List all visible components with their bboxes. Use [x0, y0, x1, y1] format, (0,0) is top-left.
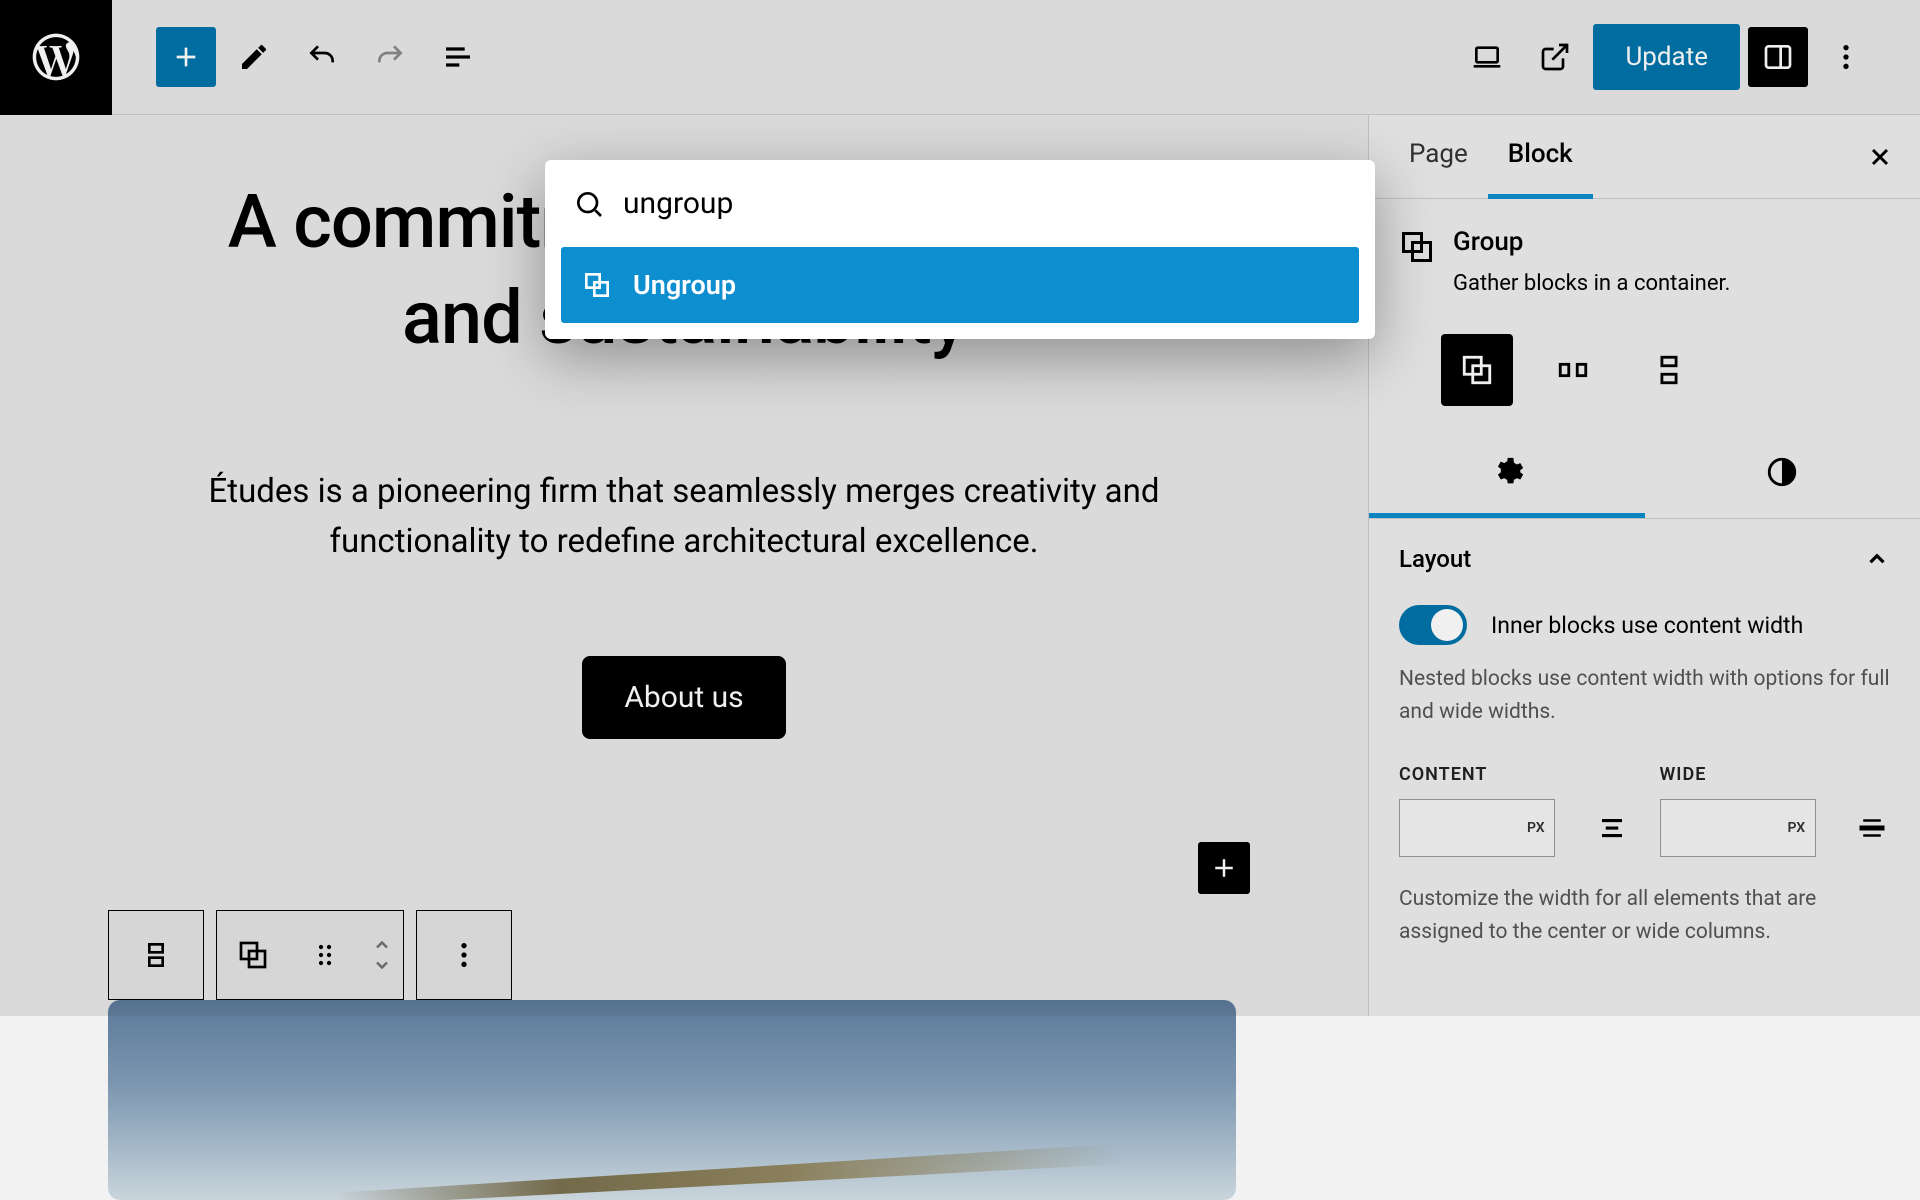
layout-panel-title: Layout: [1399, 545, 1471, 573]
chevron-down-icon: [372, 955, 392, 975]
settings-sidebar-toggle[interactable]: [1748, 27, 1808, 87]
palette-search-row: [545, 160, 1375, 247]
block-description: Gather blocks in a container.: [1453, 271, 1730, 296]
palette-result-ungroup[interactable]: Ungroup: [561, 247, 1359, 323]
block-info: Group Gather blocks in a container.: [1369, 199, 1920, 316]
contrast-icon: [1765, 455, 1799, 489]
search-icon: [573, 188, 605, 220]
view-button[interactable]: [1457, 27, 1517, 87]
ungroup-icon: [581, 269, 613, 301]
document-overview-button[interactable]: [428, 27, 488, 87]
layout-panel: Layout Inner blocks use content width Ne…: [1369, 519, 1920, 974]
block-more-button[interactable]: [417, 911, 511, 999]
sidebar-close-button[interactable]: [1860, 137, 1900, 177]
content-width-label: CONTENT: [1399, 764, 1630, 785]
block-title: Group: [1453, 227, 1730, 257]
external-link-icon: [1539, 41, 1571, 73]
sidebar-tabs: Page Block: [1369, 115, 1920, 199]
edit-mode-button[interactable]: [224, 27, 284, 87]
block-parent-button[interactable]: [109, 911, 203, 999]
wordpress-logo-button[interactable]: [0, 0, 112, 115]
pencil-icon: [238, 41, 270, 73]
layout-help-text-2: Customize the width for all elements tha…: [1399, 883, 1890, 948]
sidebar-icon: [1762, 41, 1794, 73]
justify-wide-icon[interactable]: [1857, 813, 1887, 843]
block-subtabs: [1369, 430, 1920, 519]
editor-toolbar: Update: [0, 0, 1920, 115]
block-drag-button[interactable]: [289, 911, 361, 999]
chevron-up-icon[interactable]: [1864, 546, 1890, 572]
page-paragraph[interactable]: Études is a pioneering firm that seamles…: [184, 467, 1184, 566]
options-button[interactable]: [1816, 27, 1876, 87]
close-icon: [1866, 143, 1894, 171]
stack-icon: [140, 939, 172, 971]
laptop-icon: [1471, 41, 1503, 73]
variant-group[interactable]: [1441, 334, 1513, 406]
tab-page[interactable]: Page: [1389, 115, 1488, 199]
justify-center-icon[interactable]: [1597, 813, 1627, 843]
undo-icon: [306, 41, 338, 73]
list-icon: [442, 41, 474, 73]
image-block[interactable]: [108, 1000, 1236, 1200]
stack-icon: [1652, 353, 1686, 387]
tab-block[interactable]: Block: [1488, 115, 1593, 199]
dots-vertical-icon: [448, 939, 480, 971]
about-button[interactable]: About us: [582, 656, 785, 739]
block-toolbar: [108, 910, 512, 1000]
toolbar-left: [112, 27, 488, 87]
plus-icon: [170, 41, 202, 73]
content-width-toggle[interactable]: [1399, 605, 1467, 645]
dots-vertical-icon: [1830, 41, 1862, 73]
toolbar-right: Update: [1457, 24, 1920, 90]
preview-button[interactable]: [1525, 27, 1585, 87]
gear-icon: [1490, 455, 1524, 489]
wide-width-label: WIDE: [1660, 764, 1891, 785]
command-palette: Ungroup: [545, 160, 1375, 339]
plus-icon: [1209, 853, 1239, 883]
group-icon: [1460, 353, 1494, 387]
wide-width-input[interactable]: [1660, 799, 1816, 857]
drag-icon: [309, 939, 341, 971]
row-icon: [1556, 353, 1590, 387]
settings-sidebar: Page Block Group Gather blocks in a cont…: [1368, 115, 1920, 1016]
content-width-label: Inner blocks use content width: [1491, 612, 1803, 639]
variant-row[interactable]: [1537, 334, 1609, 406]
block-variants: [1369, 316, 1920, 430]
palette-result-label: Ungroup: [633, 269, 736, 301]
add-block-button[interactable]: [156, 27, 216, 87]
group-icon: [237, 939, 269, 971]
wordpress-icon: [28, 29, 84, 85]
group-icon: [1399, 229, 1435, 265]
variant-stack[interactable]: [1633, 334, 1705, 406]
subtab-styles[interactable]: [1645, 430, 1920, 518]
redo-icon: [374, 41, 406, 73]
insert-block-button[interactable]: [1198, 842, 1250, 894]
content-width-input[interactable]: [1399, 799, 1555, 857]
undo-button[interactable]: [292, 27, 352, 87]
redo-button[interactable]: [360, 27, 420, 87]
chevron-up-icon: [372, 935, 392, 955]
palette-search-input[interactable]: [623, 186, 1347, 221]
layout-help-text: Nested blocks use content width with opt…: [1399, 663, 1890, 728]
subtab-settings[interactable]: [1369, 430, 1645, 518]
update-button[interactable]: Update: [1593, 24, 1740, 90]
block-type-button[interactable]: [217, 911, 289, 999]
block-move-button[interactable]: [361, 911, 403, 999]
